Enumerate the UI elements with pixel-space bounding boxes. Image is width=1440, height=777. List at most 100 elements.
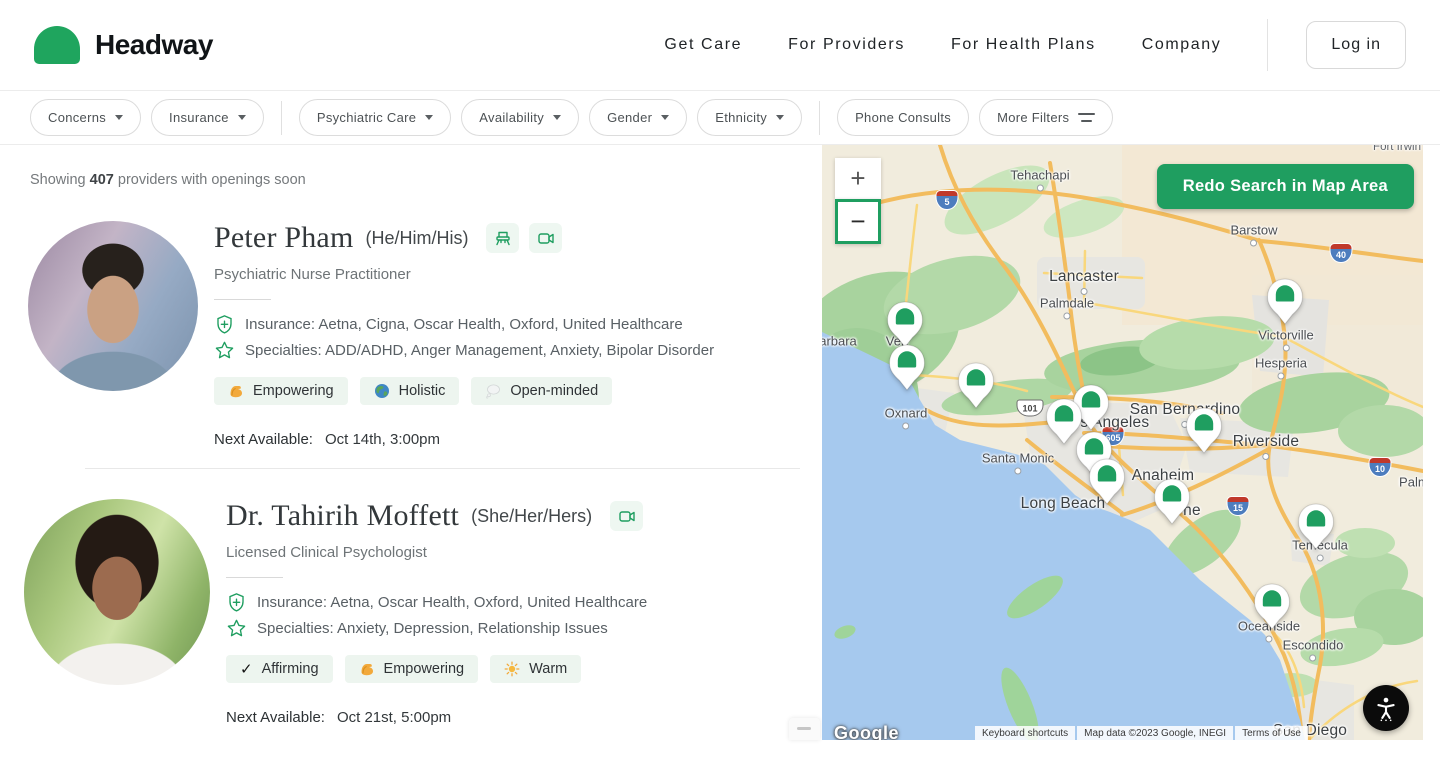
next-available-label: Next Available: — [226, 709, 325, 726]
keyboard-shortcuts-link[interactable]: Keyboard shortcuts — [975, 726, 1075, 740]
chevron-down-icon — [238, 115, 246, 120]
filter-label: Concerns — [48, 110, 106, 125]
headway-logo[interactable]: Headway — [34, 26, 213, 64]
provider-list: Showing 407 providers with openings soon… — [0, 146, 822, 777]
filter-availability[interactable]: Availability — [461, 99, 579, 136]
redo-search-button[interactable]: Redo Search in Map Area — [1157, 164, 1414, 209]
globe-icon — [374, 383, 390, 399]
virtual-badge — [610, 501, 643, 531]
map-data-attribution: Map data ©2023 Google, INEGI — [1077, 726, 1233, 740]
google-logo: Google — [834, 723, 899, 740]
filter-label: Phone Consults — [855, 110, 951, 125]
video-icon — [617, 506, 637, 526]
scrollbar[interactable] — [789, 718, 820, 740]
star-icon — [226, 618, 247, 639]
accessibility-button[interactable] — [1363, 685, 1409, 731]
muscle-icon — [228, 383, 244, 399]
filter-bar: Concerns Insurance Psychiatric Care Avai… — [0, 91, 1440, 145]
filter-concerns[interactable]: Concerns — [30, 99, 141, 136]
check-icon: ✓ — [240, 660, 253, 678]
zoom-in-button[interactable]: + — [835, 158, 881, 199]
tag-label: Warm — [529, 661, 567, 677]
map-terrain — [822, 145, 1423, 740]
filter-insurance[interactable]: Insurance — [151, 99, 264, 136]
map-provider-pin[interactable] — [956, 361, 996, 411]
insurance-text: Insurance: Aetna, Oscar Health, Oxford, … — [257, 594, 647, 611]
map-provider-pin[interactable] — [1265, 277, 1305, 327]
trait-tag: ✓ Affirming — [226, 655, 333, 683]
muscle-icon — [359, 661, 375, 677]
filter-phone-consults[interactable]: Phone Consults — [837, 99, 969, 136]
tag-label: Empowering — [384, 661, 465, 677]
map-attribution: Keyboard shortcuts Map data ©2023 Google… — [975, 726, 1308, 740]
trait-tag: Empowering — [345, 655, 479, 683]
tag-label: Affirming — [262, 661, 319, 677]
provider-card[interactable]: Peter Pham (He/Him/His) Psychiatric Nurs… — [30, 221, 822, 448]
filter-ethnicity[interactable]: Ethnicity — [697, 99, 802, 136]
map-provider-pin[interactable] — [1087, 457, 1127, 507]
provider-pronouns: (She/Her/Hers) — [471, 506, 592, 527]
next-available: Next Available: Oct 21st, 5:00pm — [226, 709, 647, 726]
results-count: Showing 407 providers with openings soon — [30, 172, 822, 188]
video-icon — [536, 228, 556, 248]
insurance-text: Insurance: Aetna, Cigna, Oscar Health, O… — [245, 316, 683, 333]
login-button[interactable]: Log in — [1306, 21, 1406, 69]
filter-gender[interactable]: Gender — [589, 99, 687, 136]
map-provider-pin[interactable] — [1184, 406, 1224, 456]
trait-tag: Holistic — [360, 377, 460, 405]
chevron-down-icon — [553, 115, 561, 120]
nav-company[interactable]: Company — [1142, 36, 1222, 54]
divider — [226, 577, 283, 578]
tag-label: Empowering — [253, 383, 334, 399]
provider-pronouns: (He/Him/His) — [365, 228, 468, 249]
filter-label: Ethnicity — [715, 110, 767, 125]
map-provider-pin[interactable] — [1252, 582, 1292, 632]
map-provider-pin[interactable] — [1152, 477, 1192, 527]
next-available: Next Available:Oct 14th, 3:00pm — [214, 431, 714, 448]
filter-psychiatric-care[interactable]: Psychiatric Care — [299, 99, 451, 136]
sliders-icon — [1078, 112, 1095, 124]
headway-logo-text: Headway — [95, 29, 213, 61]
map-zoom-controls: + − — [835, 158, 881, 244]
map-provider-pin[interactable] — [1296, 502, 1336, 552]
nav-for-health-plans[interactable]: For Health Plans — [951, 36, 1096, 54]
specialties-text: Specialties: Anxiety, Depression, Relati… — [257, 620, 608, 637]
map-panel[interactable]: 5401016051510 Fort IrwinTehachapiBarstow… — [822, 145, 1423, 740]
provider-photo — [28, 221, 198, 391]
specialties-text: Specialties: ADD/ADHD, Anger Management,… — [245, 342, 714, 359]
thought-bubble-icon — [485, 383, 501, 399]
headway-logo-icon — [34, 26, 80, 64]
nav-get-care[interactable]: Get Care — [664, 36, 742, 54]
next-available-value: Oct 21st, 5:00pm — [337, 709, 451, 726]
zoom-out-button[interactable]: − — [835, 199, 881, 244]
trait-tag: Open-minded — [471, 377, 612, 405]
virtual-badge — [529, 223, 562, 253]
map-provider-pin[interactable] — [887, 343, 927, 393]
filter-label: More Filters — [997, 110, 1069, 125]
provider-credential: Licensed Clinical Psychologist — [226, 544, 647, 561]
card-separator — [85, 468, 800, 469]
provider-name: Peter Pham — [214, 221, 353, 255]
nav-for-providers[interactable]: For Providers — [788, 36, 905, 54]
filter-more-filters[interactable]: More Filters — [979, 99, 1113, 136]
trait-tag: Warm — [490, 655, 581, 683]
nav-divider — [1267, 19, 1268, 71]
results-number: 407 — [90, 172, 114, 188]
provider-card[interactable]: Dr. Tahirih Moffett (She/Her/Hers) Licen… — [30, 499, 822, 726]
provider-credential: Psychiatric Nurse Practitioner — [214, 266, 714, 283]
shield-plus-icon — [226, 592, 247, 613]
filter-label: Gender — [607, 110, 652, 125]
shield-plus-icon — [214, 314, 235, 335]
top-navbar: Headway Get Care For Providers For Healt… — [0, 0, 1440, 91]
filter-label: Psychiatric Care — [317, 110, 416, 125]
chair-icon — [493, 228, 513, 248]
terms-of-use-link[interactable]: Terms of Use — [1235, 726, 1308, 740]
star-icon — [214, 340, 235, 361]
chevron-down-icon — [115, 115, 123, 120]
tag-label: Holistic — [399, 383, 446, 399]
in-person-badge — [486, 223, 519, 253]
nav-links: Get Care For Providers For Health Plans … — [664, 19, 1406, 71]
trait-tag: Empowering — [214, 377, 348, 405]
tag-label: Open-minded — [510, 383, 598, 399]
divider — [214, 299, 271, 300]
